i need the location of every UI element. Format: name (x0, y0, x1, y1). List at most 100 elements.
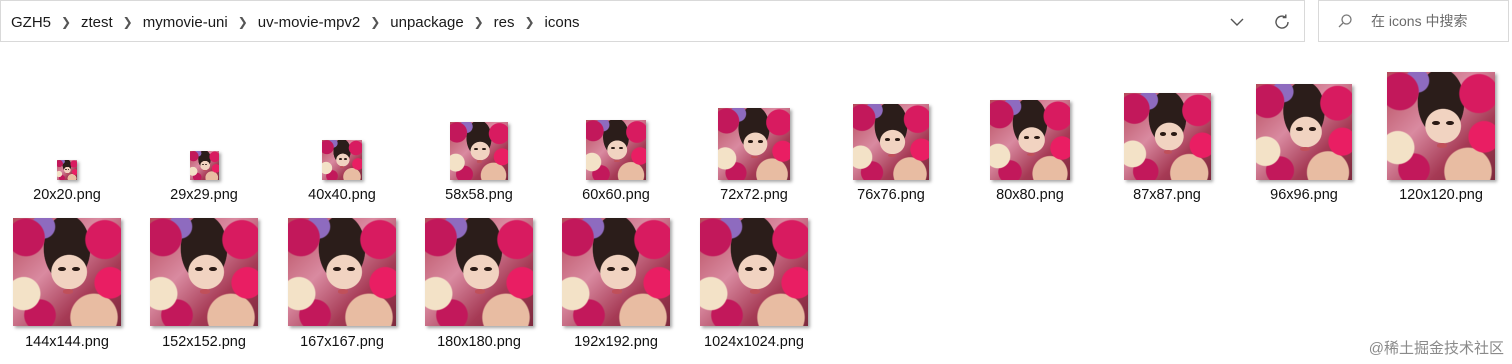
thumbnail-detail (62, 289, 74, 294)
thumbnail-detail (476, 160, 483, 163)
search-icon (1335, 13, 1355, 29)
file-name-label[interactable]: 180x180.png (437, 334, 521, 350)
thumbnail-detail (65, 169, 67, 170)
file-thumbnail[interactable] (288, 218, 396, 326)
chevron-right-icon[interactable]: ❯ (362, 15, 388, 29)
file-thumbnail[interactable] (450, 122, 508, 180)
thumbnail-detail (337, 289, 349, 294)
thumbnail-detail (607, 266, 615, 271)
file-name-label[interactable]: 58x58.png (445, 187, 513, 203)
file-name-label[interactable]: 20x20.png (33, 187, 101, 203)
file-thumbnail[interactable] (1123, 93, 1211, 180)
thumbnail-detail (58, 266, 66, 271)
breadcrumb-item-uv-movie-mpv2[interactable]: uv-movie-mpv2 (256, 14, 363, 31)
thumbnail-detail (1436, 143, 1448, 148)
search-box[interactable] (1318, 0, 1509, 42)
thumbnail-detail (611, 289, 623, 294)
thumbnail-detail (474, 148, 479, 151)
chevron-right-icon[interactable]: ❯ (466, 15, 492, 29)
thumbnail-detail (1171, 132, 1178, 136)
thumbnail-detail (205, 164, 208, 166)
file-name-label[interactable]: 192x192.png (574, 334, 658, 350)
thumbnail-detail (621, 266, 629, 271)
file-thumbnail[interactable] (586, 120, 646, 180)
chevron-right-icon[interactable]: ❯ (53, 15, 79, 29)
thumbnail-detail (1026, 152, 1035, 156)
file-name-label[interactable]: 80x80.png (996, 187, 1064, 203)
file-thumbnail[interactable] (57, 160, 77, 180)
thumbnail-detail (338, 158, 342, 160)
thumbnail-detail (201, 164, 204, 166)
thumbnail-detail (1300, 147, 1310, 152)
thumbnail-detail (1446, 120, 1454, 125)
thumbnail-detail (1308, 127, 1316, 132)
thumbnail-detail (347, 266, 355, 271)
address-bar[interactable]: GZH5 ❯ ztest ❯ mymovie-uni ❯ uv-movie-mp… (0, 0, 1305, 42)
thumbnail-detail (333, 266, 341, 271)
thumbnail-detail (613, 159, 620, 162)
file-thumbnail[interactable] (700, 218, 808, 326)
breadcrumb-item-unpackage[interactable]: unpackage (388, 14, 465, 31)
breadcrumb-item-icons[interactable]: icons (543, 14, 582, 31)
file-name-label[interactable]: 144x144.png (25, 334, 109, 350)
file-name-label[interactable]: 120x120.png (1399, 187, 1483, 203)
file-name-label[interactable]: 76x76.png (857, 187, 925, 203)
file-name-label[interactable]: 29x29.png (170, 187, 238, 203)
thumbnail-detail (745, 266, 753, 271)
file-thumbnail[interactable] (718, 108, 790, 180)
thumbnail-detail (1034, 136, 1040, 140)
thumbnail-detail (759, 266, 767, 271)
file-name-label[interactable]: 60x60.png (582, 187, 650, 203)
thumbnail-detail (757, 140, 763, 144)
thumbnail-detail (1163, 150, 1173, 154)
refresh-button[interactable] (1269, 9, 1295, 35)
file-name-label[interactable]: 40x40.png (308, 187, 376, 203)
breadcrumb-item-mymovie-uni[interactable]: mymovie-uni (141, 14, 230, 31)
thumbnail-detail (1160, 132, 1167, 136)
thumbnail-detail (72, 266, 80, 271)
breadcrumb-item-res[interactable]: res (492, 14, 517, 31)
breadcrumb-item-gzh5[interactable]: GZH5 (9, 14, 53, 31)
file-name-label[interactable]: 72x72.png (720, 187, 788, 203)
thumbnail-detail (474, 289, 486, 294)
thumbnail-detail (484, 266, 492, 271)
thumbnail-detail (1296, 127, 1304, 132)
refresh-icon (1275, 14, 1289, 29)
file-thumbnail[interactable] (13, 218, 121, 326)
thumbnail-detail (199, 289, 211, 294)
thumbnail-detail (884, 138, 891, 142)
thumbnail-detail (202, 170, 206, 172)
thumbnail-detail (481, 148, 486, 151)
watermark: @稀土掘金技术社区 (1368, 340, 1504, 357)
thumbnail-detail (68, 169, 70, 170)
file-name-label[interactable]: 87x87.png (1133, 187, 1201, 203)
thumbnail-detail (470, 266, 478, 271)
search-input[interactable] (1371, 13, 1489, 29)
file-thumbnail[interactable] (990, 100, 1070, 180)
thumbnail-detail (751, 155, 759, 159)
thumbnail-detail (611, 147, 616, 150)
breadcrumb-item-ztest[interactable]: ztest (79, 14, 115, 31)
chevron-right-icon[interactable]: ❯ (115, 15, 141, 29)
thumbnail-detail (887, 154, 896, 158)
thumbnail-detail (66, 173, 69, 175)
thumbnail-detail (344, 158, 347, 160)
thumbnail-detail (340, 166, 345, 168)
file-thumbnail[interactable] (189, 151, 219, 180)
file-thumbnail[interactable] (1387, 72, 1495, 180)
file-name-label[interactable]: 1024x1024.png (704, 334, 804, 350)
file-thumbnail[interactable] (322, 140, 362, 180)
chevron-right-icon[interactable]: ❯ (517, 15, 543, 29)
file-name-label[interactable]: 167x167.png (300, 334, 384, 350)
file-name-label[interactable]: 96x96.png (1270, 187, 1338, 203)
file-name-label[interactable]: 152x152.png (162, 334, 246, 350)
file-thumbnail[interactable] (853, 104, 929, 180)
file-thumbnail[interactable] (562, 218, 670, 326)
thumbnail-detail (894, 138, 901, 142)
chevron-right-icon[interactable]: ❯ (230, 15, 256, 29)
file-thumbnail[interactable] (150, 218, 258, 326)
history-dropdown-button[interactable] (1224, 9, 1250, 35)
thumbnail-detail (619, 147, 624, 150)
file-thumbnail[interactable] (425, 218, 533, 326)
file-thumbnail[interactable] (1256, 84, 1352, 180)
